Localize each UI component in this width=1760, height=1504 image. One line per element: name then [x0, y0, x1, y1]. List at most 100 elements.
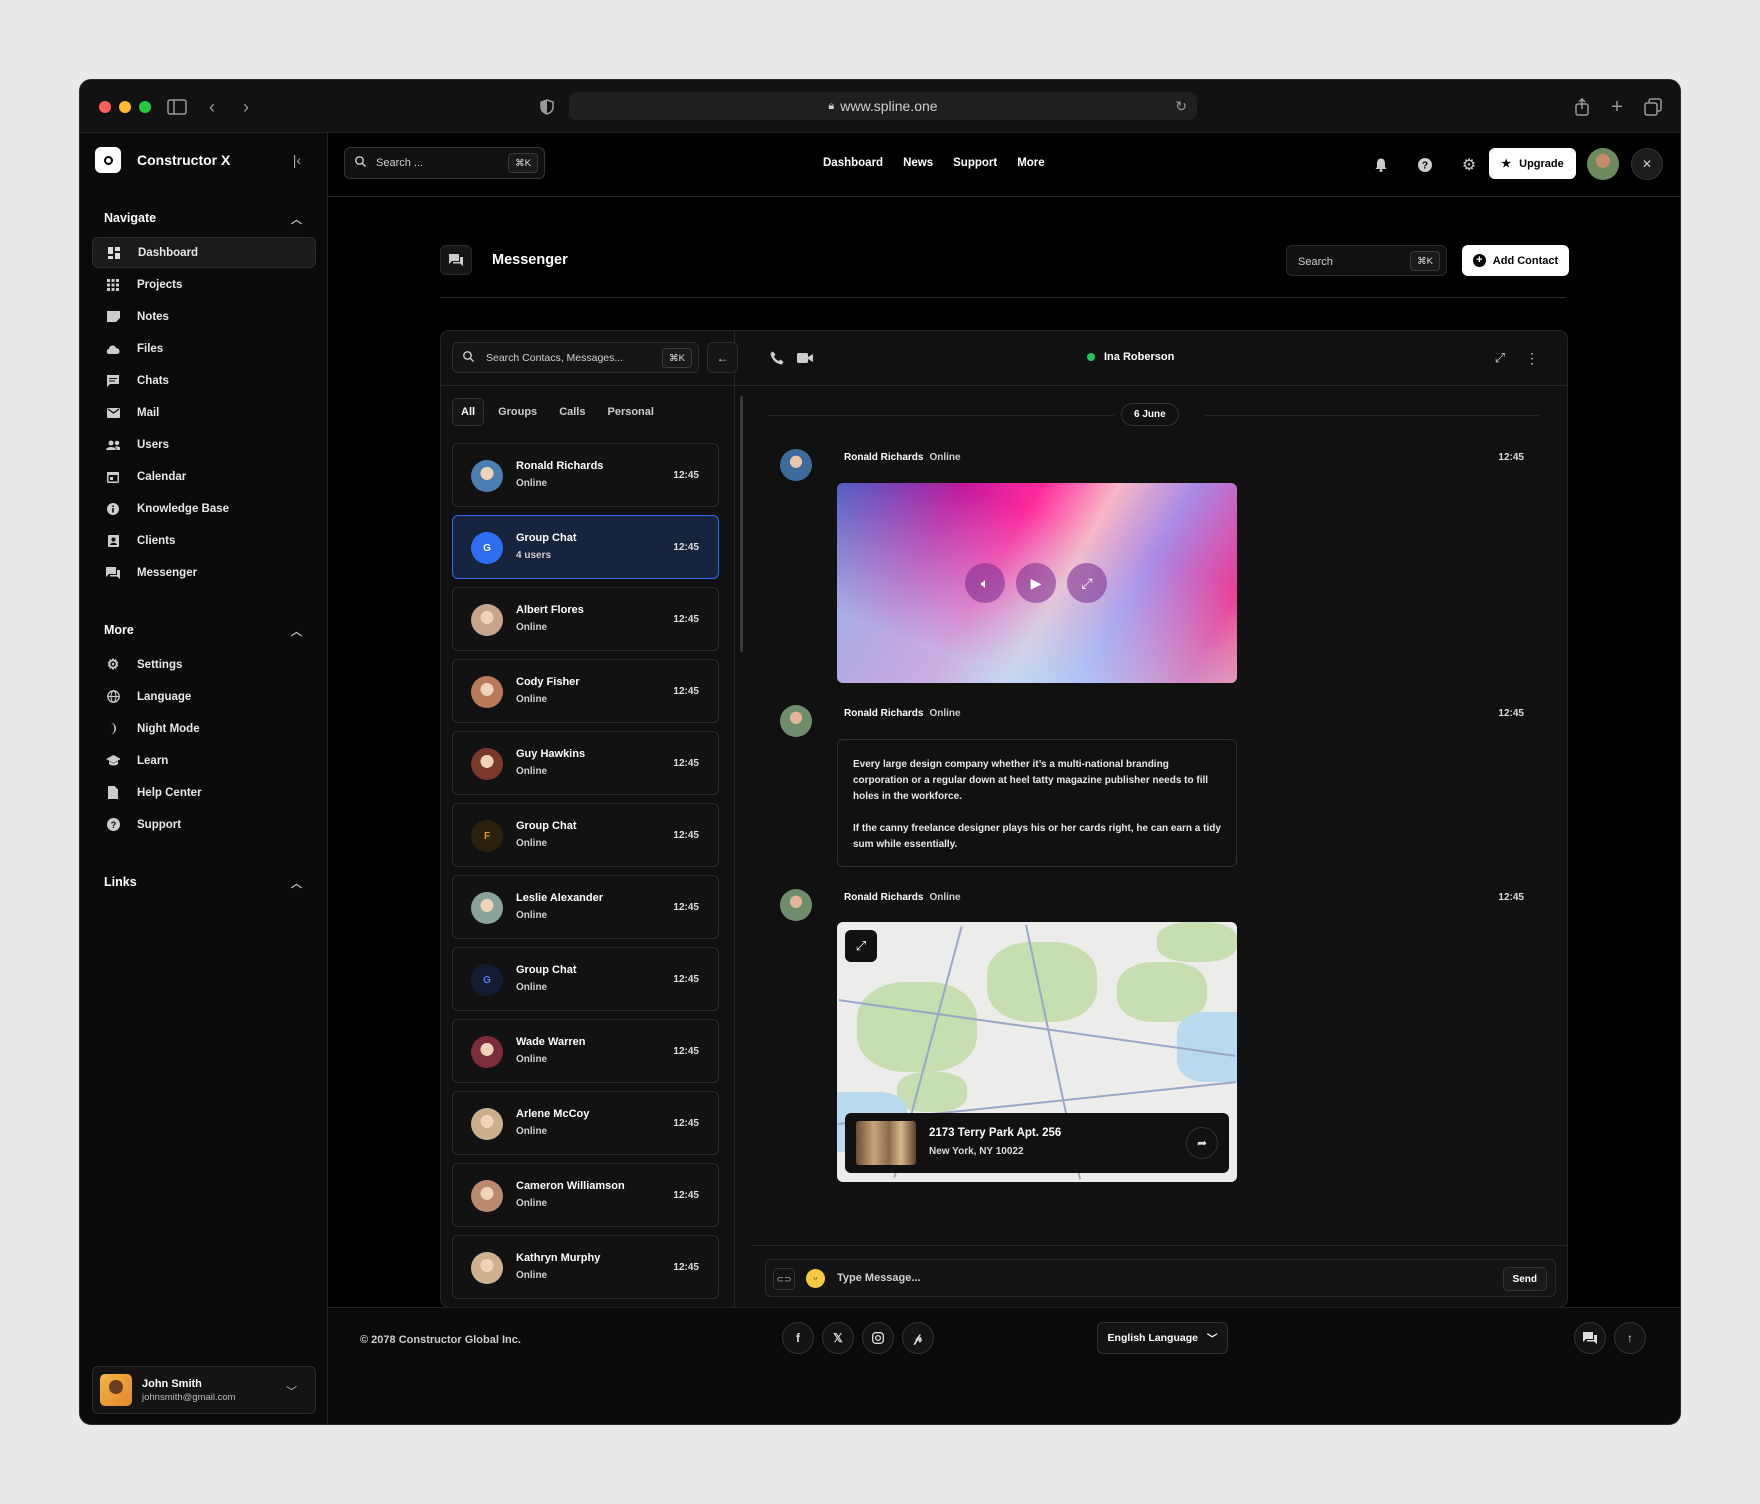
contact-item[interactable]: G Group Chat 4 users 12:45 [452, 515, 719, 579]
help-icon[interactable]: ? [1416, 156, 1434, 174]
messenger-search-input[interactable]: Search ⌘K [1286, 245, 1447, 276]
user-menu[interactable]: John Smith johnsmith@gmail.com ﹀ [92, 1366, 316, 1414]
contact-time: 12:45 [673, 542, 699, 553]
contact-item[interactable]: Wade Warren Online 12:45 [452, 1019, 719, 1083]
contact-item[interactable]: Leslie Alexander Online 12:45 [452, 875, 719, 939]
close-icon[interactable]: ✕ [1631, 148, 1663, 180]
message-composer[interactable]: ⊂⊃ ᵕ Type Message... Send [765, 1259, 1556, 1297]
facebook-icon[interactable]: f [782, 1322, 814, 1354]
avatar[interactable] [780, 705, 812, 737]
sidebar-item-notes[interactable]: Notes [92, 301, 316, 332]
new-tab-icon[interactable]: + [1606, 96, 1628, 118]
minimize-window-button[interactable] [119, 101, 131, 113]
brand[interactable]: Constructor X [95, 147, 230, 173]
bell-icon[interactable] [1372, 156, 1390, 174]
sidebar-item-mail[interactable]: Mail [92, 397, 316, 428]
contact-item[interactable]: Cameron Williamson Online 12:45 [452, 1163, 719, 1227]
pinterest-icon[interactable]: 𝓅 [902, 1322, 934, 1354]
sidebar-item-chats[interactable]: Chats [92, 365, 316, 396]
instagram-icon[interactable] [862, 1322, 894, 1354]
sidebar-item-users[interactable]: Users [92, 429, 316, 460]
language-select[interactable]: English Language ﹀ [1097, 1322, 1228, 1354]
topnav-dashboard[interactable]: Dashboard [823, 157, 883, 169]
contact-list-scrollbar[interactable] [740, 396, 743, 652]
sidebar-item-learn[interactable]: Learn [92, 745, 316, 776]
sidebar-item-projects[interactable]: Projects [92, 269, 316, 300]
global-search-input[interactable]: Search ... ⌘K [344, 147, 545, 179]
contact-item[interactable]: Kathryn Murphy Online 12:45 [452, 1235, 719, 1299]
attachment-icon[interactable]: ⊂⊃ [773, 1268, 795, 1290]
location-map[interactable]: ⤢ 2173 Terry Park Apt. 256 New York, NY … [837, 922, 1237, 1182]
contact-item[interactable]: G Group Chat Online 12:45 [452, 947, 719, 1011]
tab-groups[interactable]: Groups [490, 398, 545, 426]
contact-item[interactable]: Ronald Richards Online 12:45 [452, 443, 719, 507]
info-icon [106, 502, 120, 516]
play-icon[interactable]: ▶ [1016, 563, 1056, 603]
x-twitter-icon[interactable]: 𝕏 [822, 1322, 854, 1354]
gear-icon[interactable]: ⚙ [1460, 156, 1478, 174]
message-input[interactable]: Type Message... [837, 1272, 921, 1284]
sidebar-item-calendar[interactable]: Calendar [92, 461, 316, 492]
sidebar-item-label: Chats [137, 374, 169, 387]
chat-icon[interactable] [1574, 1322, 1606, 1354]
sidebar-item-support[interactable]: ? Support [92, 809, 316, 840]
share-icon[interactable] [1571, 96, 1593, 118]
fullscreen-icon[interactable]: ⤢ [1067, 563, 1107, 603]
sidebar-item-language[interactable]: Language [92, 681, 316, 712]
topnav-support[interactable]: Support [953, 157, 997, 169]
contact-item[interactable]: Guy Hawkins Online 12:45 [452, 731, 719, 795]
back-arrow-icon[interactable]: ← [707, 342, 738, 373]
tab-calls[interactable]: Calls [551, 398, 593, 426]
emoji-icon[interactable]: ᵕ [806, 1269, 825, 1288]
add-contact-button[interactable]: + Add Contact [1462, 245, 1569, 276]
topnav-news[interactable]: News [903, 157, 933, 169]
video-message[interactable]: 🔈︎ ▶ ⤢ [837, 483, 1237, 683]
avatar[interactable] [1587, 148, 1619, 180]
sidebar-item-help-center[interactable]: Help Center [92, 777, 316, 808]
sidebar-item-knowledge-base[interactable]: Knowledge Base [92, 493, 316, 524]
send-button[interactable]: Send [1502, 1267, 1547, 1291]
contact-item[interactable]: Cody Fisher Online 12:45 [452, 659, 719, 723]
expand-map-icon[interactable]: ⤢ [845, 930, 877, 962]
address-line-1: 2173 Terry Park Apt. 256 [929, 1127, 1062, 1139]
address-bar[interactable]: 🔒︎ www.spline.one ↻ [569, 92, 1197, 120]
contact-search-input[interactable]: Search Contacs, Messages... ⌘K [452, 342, 699, 373]
expand-icon[interactable]: ⤢ [1491, 349, 1509, 367]
sidebar-item-clients[interactable]: Clients [92, 525, 316, 556]
sidebar-item-messenger[interactable]: Messenger [92, 557, 316, 588]
video-camera-icon[interactable] [796, 349, 814, 367]
arrow-up-icon[interactable]: ↑ [1614, 1322, 1646, 1354]
tab-personal[interactable]: Personal [599, 398, 661, 426]
tabs-overview-icon[interactable] [1642, 96, 1664, 118]
back-arrow-icon[interactable]: ‹ [201, 96, 223, 118]
sidebar-item-night-mode[interactable]: Night Mode [92, 713, 316, 744]
contact-item[interactable]: Arlene McCoy Online 12:45 [452, 1091, 719, 1155]
phone-icon[interactable] [768, 349, 786, 367]
collapse-sidebar-icon[interactable]: |‹ [293, 152, 301, 168]
volume-icon[interactable]: 🔈︎ [965, 563, 1005, 603]
avatar[interactable] [780, 889, 812, 921]
sidebar-item-settings[interactable]: ⚙ Settings [92, 649, 316, 680]
contact-item[interactable]: F Group Chat Online 12:45 [452, 803, 719, 867]
sidebar-item-dashboard[interactable]: Dashboard [92, 237, 316, 268]
forward-arrow-icon[interactable]: › [235, 96, 257, 118]
tab-all[interactable]: All [452, 398, 485, 426]
reload-icon[interactable]: ↻ [1175, 98, 1187, 115]
links-section-header[interactable]: Links ︿ [104, 875, 302, 891]
maximize-window-button[interactable] [139, 101, 151, 113]
sidebar-toggle-icon[interactable] [166, 96, 188, 118]
close-window-button[interactable] [99, 101, 111, 113]
more-section-header[interactable]: More ︿ [104, 623, 302, 639]
share-arrow-icon[interactable]: ➦ [1186, 1127, 1218, 1159]
upgrade-button[interactable]: ★ Upgrade [1489, 148, 1576, 179]
navigate-section-header[interactable]: Navigate ︿ [104, 211, 302, 227]
sidebar-item-label: Clients [137, 534, 176, 547]
more-vertical-icon[interactable]: ⋮ [1523, 349, 1541, 367]
sidebar-item-files[interactable]: Files [92, 333, 316, 364]
date-chip: 6 June [1121, 403, 1179, 426]
shield-icon[interactable] [536, 96, 558, 118]
contact-item[interactable]: Albert Flores Online 12:45 [452, 587, 719, 651]
avatar[interactable] [780, 449, 812, 481]
topnav-more[interactable]: More [1017, 157, 1044, 169]
location-card[interactable]: 2173 Terry Park Apt. 256 New York, NY 10… [845, 1113, 1229, 1173]
